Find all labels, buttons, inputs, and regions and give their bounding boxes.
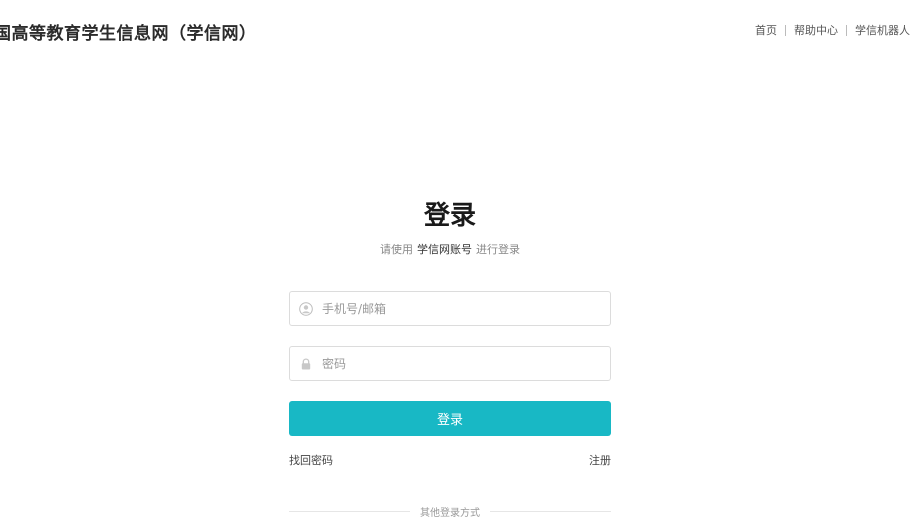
nav-help-link[interactable]: 帮助中心 bbox=[794, 22, 838, 38]
divider-line bbox=[289, 511, 410, 512]
login-form: 登录 请使用学信网账号进行登录 登录 bbox=[289, 198, 611, 519]
top-nav: 首页 帮助中心 学信机器人 bbox=[755, 22, 910, 38]
lock-icon bbox=[299, 357, 313, 371]
subtitle-account: 学信网账号 bbox=[417, 243, 472, 256]
login-page: 国高等教育学生信息网（学信网） 首页 帮助中心 学信机器人 登录 请使用 学信网账… bbox=[0, 0, 918, 526]
password-input[interactable] bbox=[322, 356, 592, 371]
register-link[interactable]: 注册 bbox=[589, 452, 611, 468]
login-links: 找回密码 注册 bbox=[289, 452, 611, 468]
login-title: 登录 bbox=[423, 201, 476, 231]
login-button[interactable]: 登录 bbox=[289, 401, 611, 436]
nav-divider bbox=[846, 24, 847, 36]
other-login-label: 其他登录方式 bbox=[420, 508, 480, 519]
username-input[interactable] bbox=[322, 301, 592, 316]
subtitle-suffix: 进行登录 bbox=[476, 243, 520, 256]
other-login-methods: 其他登录方式 bbox=[289, 504, 611, 519]
nav-robot-link[interactable]: 学信机器人 bbox=[855, 22, 910, 38]
username-field bbox=[289, 291, 611, 326]
site-title: 国高等教育学生信息网（学信网） bbox=[0, 24, 257, 44]
password-field bbox=[289, 346, 611, 381]
nav-divider bbox=[785, 24, 786, 36]
divider-line bbox=[490, 511, 611, 512]
subtitle-prefix: 请使用 bbox=[380, 243, 413, 256]
forgot-password-link[interactable]: 找回密码 bbox=[289, 452, 333, 468]
nav-home-link[interactable]: 首页 bbox=[755, 22, 777, 38]
login-subtitle: 请使用 学信网账号 进行登录 bbox=[289, 243, 611, 257]
user-circle-icon bbox=[299, 301, 313, 316]
